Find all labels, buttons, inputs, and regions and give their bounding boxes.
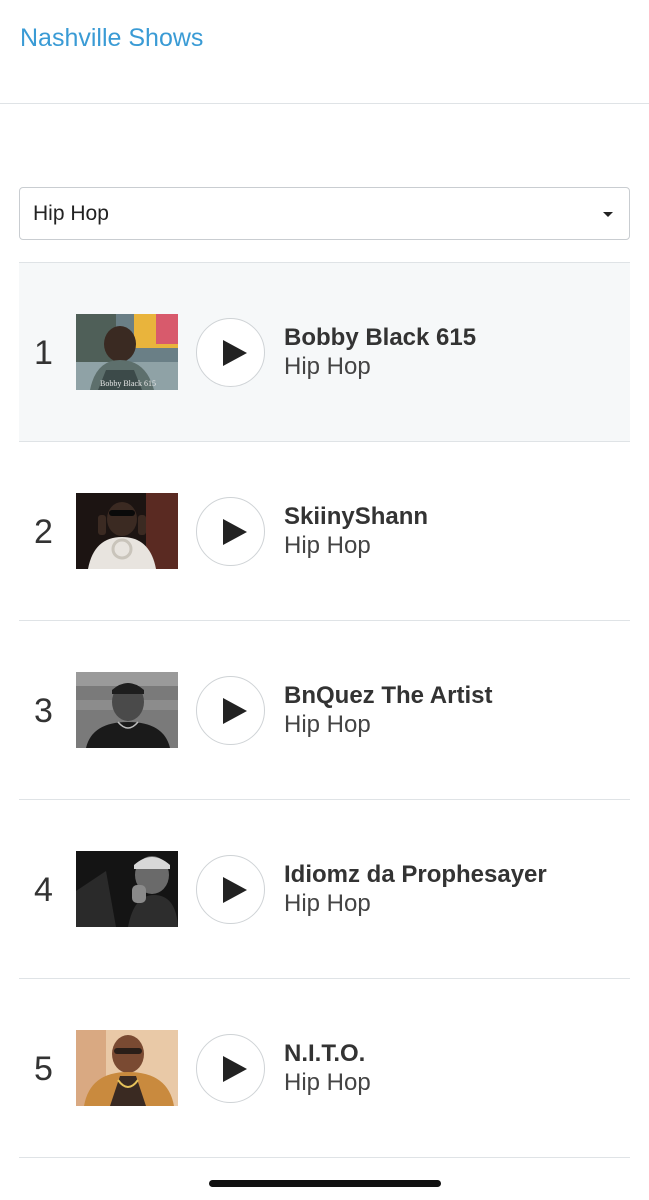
artist-name[interactable]: Bobby Black 615 (284, 324, 476, 352)
artist-genre: Hip Hop (284, 711, 371, 738)
artist-name[interactable]: BnQuez The Artist (284, 682, 492, 710)
play-icon (223, 1056, 247, 1082)
play-icon (223, 340, 247, 366)
artist-genre: Hip Hop (284, 1069, 371, 1096)
play-icon (223, 877, 247, 903)
list-item[interactable]: 1 Bobby Black 615 Bobby Black 615 Hip Ho… (19, 263, 630, 442)
play-button[interactable] (196, 318, 265, 387)
play-button[interactable] (196, 855, 265, 924)
home-indicator[interactable] (209, 1180, 441, 1187)
artist-photo[interactable] (76, 1030, 178, 1106)
list-item[interactable]: 4 Idiomz da Prophesayer Hip Hop (19, 800, 630, 979)
caret-down-icon (603, 212, 613, 217)
rank-number: 3 (34, 692, 53, 730)
artist-photo[interactable] (76, 672, 178, 748)
list-item[interactable]: 3 BnQuez The Artist Hip Hop (19, 621, 630, 800)
play-button[interactable] (196, 676, 265, 745)
artist-photo[interactable] (76, 493, 178, 569)
artist-name[interactable]: Idiomz da Prophesayer (284, 861, 547, 889)
play-button[interactable] (196, 1034, 265, 1103)
genre-select-value: Hip Hop (33, 202, 109, 225)
play-button[interactable] (196, 497, 265, 566)
rank-number: 4 (34, 871, 53, 909)
rank-number: 2 (34, 513, 53, 551)
photo-caption: Bobby Black 615 (100, 379, 156, 388)
artist-name[interactable]: SkiinyShann (284, 503, 428, 531)
rank-number: 5 (34, 1050, 53, 1088)
artist-list: 1 Bobby Black 615 Bobby Black 615 Hip Ho… (19, 262, 630, 1158)
artist-genre: Hip Hop (284, 532, 371, 559)
artist-photo[interactable]: Bobby Black 615 (76, 314, 178, 390)
artist-photo[interactable] (76, 851, 178, 927)
genre-select[interactable]: Hip Hop (19, 187, 630, 240)
nashville-shows-link[interactable]: Nashville Shows (20, 24, 203, 53)
top-header: Nashville Shows (0, 0, 649, 104)
play-icon (223, 698, 247, 724)
rank-number: 1 (34, 334, 53, 372)
artist-name[interactable]: N.I.T.O. (284, 1040, 365, 1068)
list-item[interactable]: 5 N.I.T.O. Hip Hop (19, 979, 630, 1158)
list-item[interactable]: 2 SkiinyShann Hip Hop (19, 442, 630, 621)
artist-genre: Hip Hop (284, 353, 371, 380)
artist-genre: Hip Hop (284, 890, 371, 917)
play-icon (223, 519, 247, 545)
